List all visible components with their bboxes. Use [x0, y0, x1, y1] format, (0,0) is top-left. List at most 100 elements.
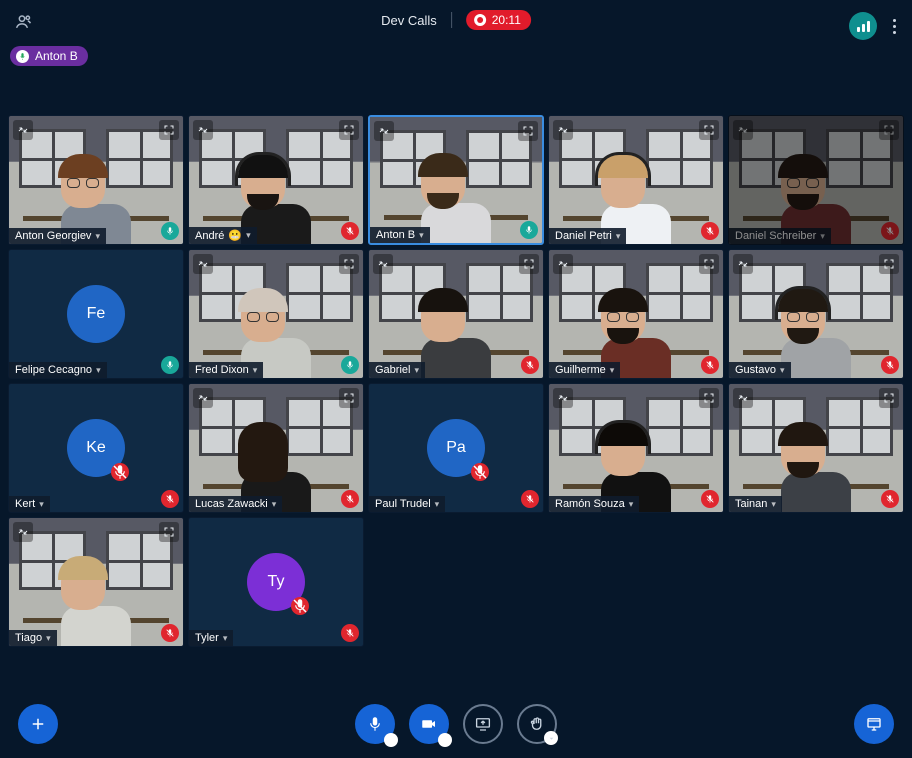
fullscreen-icon[interactable] — [879, 254, 899, 274]
participant-name: Ramón Souza — [555, 498, 625, 510]
fullscreen-icon[interactable] — [339, 388, 359, 408]
expand-icon[interactable] — [374, 121, 394, 141]
participant-tile[interactable]: Daniel Petri▾ — [548, 115, 724, 245]
participant-name: Lucas Zawacki — [195, 498, 268, 510]
mute-button[interactable] — [355, 704, 395, 744]
expand-icon[interactable] — [193, 388, 213, 408]
expand-icon[interactable] — [553, 120, 573, 140]
participant-name-label[interactable]: Ramón Souza▾ — [549, 496, 639, 512]
participant-tile[interactable]: Tainan▾ — [728, 383, 904, 513]
participant-name-label[interactable]: Anton B▾ — [370, 227, 430, 243]
active-speaker-name: Anton B — [35, 49, 78, 63]
participant-tile[interactable]: Fred Dixon▾ — [188, 249, 364, 379]
chevron-down-icon: ▾ — [95, 231, 100, 242]
participant-tile[interactable]: Gustavo▾ — [728, 249, 904, 379]
participant-tile[interactable]: Pa Paul Trudel▾ — [368, 383, 544, 513]
fullscreen-icon[interactable] — [339, 254, 359, 274]
participant-name-label[interactable]: Tyler▾ — [189, 630, 233, 646]
participant-name-label[interactable]: Daniel Petri▾ — [549, 228, 626, 244]
fullscreen-icon[interactable] — [518, 121, 538, 141]
mic-off-icon — [881, 356, 899, 374]
expand-icon[interactable] — [733, 388, 753, 408]
fullscreen-icon[interactable] — [699, 254, 719, 274]
expand-icon[interactable] — [13, 522, 33, 542]
expand-icon[interactable] — [733, 254, 753, 274]
fullscreen-icon[interactable] — [879, 388, 899, 408]
participant-tile[interactable]: KeKert▾ — [8, 383, 184, 513]
participant-name-label[interactable]: Guilherme▾ — [549, 362, 620, 378]
participant-name: Daniel Schreiber — [735, 230, 816, 242]
chevron-down-icon: ▾ — [780, 365, 785, 376]
expand-icon[interactable] — [553, 254, 573, 274]
expand-icon[interactable] — [733, 120, 753, 140]
participant-tile[interactable]: FeFelipe Cecagno▾ — [8, 249, 184, 379]
participant-name-label[interactable]: Anton Georgiev▾ — [9, 228, 106, 244]
participant-name-label[interactable]: Gustavo▾ — [729, 362, 791, 378]
webcam-button[interactable] — [409, 704, 449, 744]
signal-bars-icon — [857, 21, 870, 32]
participant-name-label[interactable]: Felipe Cecagno▾ — [9, 362, 107, 378]
options-menu-button[interactable] — [889, 15, 900, 38]
participant-tile[interactable]: Gabriel▾ — [368, 249, 544, 379]
presentation-button[interactable] — [854, 704, 894, 744]
fullscreen-icon[interactable] — [159, 120, 179, 140]
meeting-title: Dev Calls — [381, 13, 437, 28]
recording-indicator[interactable]: 20:11 — [466, 10, 531, 30]
participant-name-label[interactable]: Fred Dixon▾ — [189, 362, 263, 378]
divider — [451, 12, 452, 28]
video-grid: Anton Georgiev▾ André 😬▾ Anton B▾ Daniel… — [8, 115, 904, 647]
mic-off-icon — [521, 356, 539, 374]
participant-name: Guilherme — [555, 364, 606, 376]
fullscreen-icon[interactable] — [159, 522, 179, 542]
participant-tile[interactable]: Tiago▾ — [8, 517, 184, 647]
participant-tile[interactable]: Guilherme▾ — [548, 249, 724, 379]
fullscreen-icon[interactable] — [699, 120, 719, 140]
participant-name: Gabriel — [375, 364, 410, 376]
participant-name-label[interactable]: Tainan▾ — [729, 496, 782, 512]
fullscreen-icon[interactable] — [699, 388, 719, 408]
expand-icon[interactable] — [553, 388, 573, 408]
participant-name-label[interactable]: Kert▾ — [9, 496, 50, 512]
participant-name-label[interactable]: Paul Trudel▾ — [369, 496, 445, 512]
fullscreen-icon[interactable] — [519, 254, 539, 274]
fullscreen-icon[interactable] — [339, 120, 359, 140]
muted-icon — [291, 597, 309, 615]
chevron-down-icon: ▾ — [46, 633, 51, 644]
mic-off-icon — [701, 490, 719, 508]
participant-tile[interactable]: Anton B▾ — [368, 115, 544, 245]
raise-hand-button[interactable] — [517, 704, 557, 744]
expand-icon[interactable] — [193, 120, 213, 140]
expand-icon[interactable] — [373, 254, 393, 274]
participant-tile[interactable]: Lucas Zawacki ▾ — [188, 383, 364, 513]
participant-tile[interactable]: André 😬▾ — [188, 115, 364, 245]
actions-button[interactable] — [18, 704, 58, 744]
participant-name-label[interactable]: Tiago▾ — [9, 630, 57, 646]
expand-icon[interactable] — [13, 120, 33, 140]
participant-tile[interactable]: Daniel Schreiber▾ — [728, 115, 904, 245]
reactions-menu[interactable] — [544, 731, 558, 745]
record-icon — [474, 14, 486, 26]
top-bar: Dev Calls 20:11 — [0, 0, 912, 42]
fullscreen-icon[interactable] — [879, 120, 899, 140]
participant-name-label[interactable]: André 😬▾ — [189, 227, 257, 244]
participant-tile[interactable]: Anton Georgiev▾ — [8, 115, 184, 245]
participant-name-label[interactable]: Daniel Schreiber▾ — [729, 228, 831, 244]
connection-status-button[interactable] — [849, 12, 877, 40]
expand-icon[interactable] — [193, 254, 213, 274]
participant-name-label[interactable]: Lucas Zawacki ▾ — [189, 496, 282, 512]
participant-name-label[interactable]: Gabriel▾ — [369, 362, 425, 378]
chevron-down-icon: ▾ — [223, 633, 228, 644]
chevron-down-icon: ▾ — [272, 499, 277, 510]
audio-device-menu[interactable] — [384, 733, 398, 747]
status-emoji: 😬 — [228, 229, 242, 242]
participant-tile[interactable]: Ramón Souza▾ — [548, 383, 724, 513]
active-speaker-pill[interactable]: Anton B — [10, 46, 88, 66]
participant-tile[interactable]: TyTyler▾ — [188, 517, 364, 647]
participant-name: Fred Dixon — [195, 364, 249, 376]
users-button[interactable] — [12, 12, 32, 37]
video-device-menu[interactable] — [438, 733, 452, 747]
avatar: Pa — [427, 419, 485, 477]
muted-icon — [471, 463, 489, 481]
share-screen-button[interactable] — [463, 704, 503, 744]
mic-on-icon — [341, 356, 359, 374]
